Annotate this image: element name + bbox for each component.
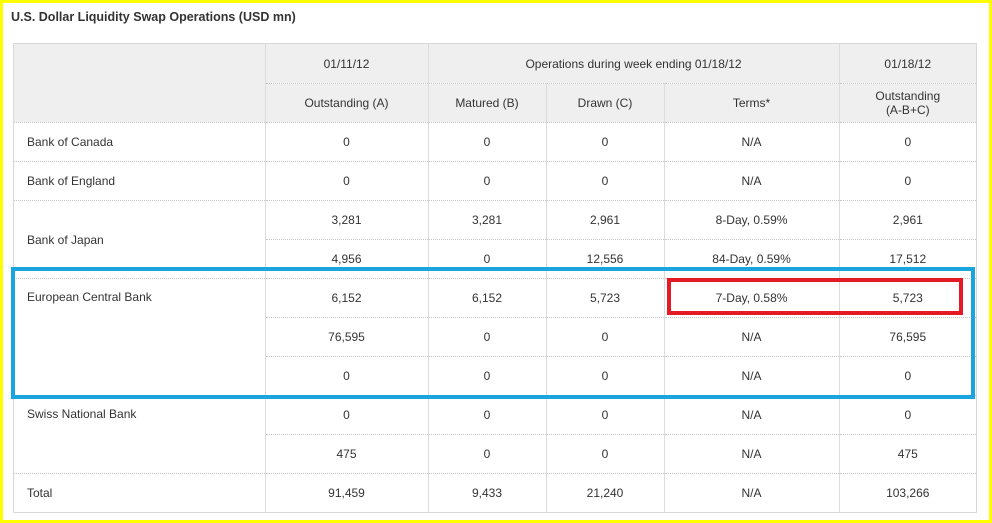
cell-outstanding-a: 475 (264, 434, 428, 474)
swap-table-panel: 01/11/12 Operations during week ending 0… (13, 43, 977, 513)
cell-outstanding-total: 475 (838, 434, 977, 474)
cell-matured-b: 0 (427, 122, 546, 162)
cell-outstanding-total: 5,723 (838, 278, 977, 318)
bank-name-canada: Bank of Canada (14, 122, 265, 162)
cell-drawn-c: 5,723 (545, 278, 664, 318)
cell-terms: N/A (663, 434, 840, 474)
cell-terms: N/A (663, 473, 840, 512)
cell-outstanding-total: 0 (838, 122, 977, 162)
cell-outstanding-total: 103,266 (838, 473, 977, 512)
cell-outstanding-a: 0 (264, 356, 428, 396)
total-label: Total (27, 486, 53, 500)
cell-terms: N/A (663, 161, 840, 201)
bank-name-japan: Bank of Japan (14, 200, 265, 279)
table-row: European Central Bank 6,152 6,152 5,723 … (14, 278, 977, 396)
cell-drawn-c: 0 (545, 317, 664, 357)
cell-outstanding-total: 0 (838, 356, 977, 396)
cell-outstanding-a: 91,459 (264, 473, 428, 512)
cell-outstanding-total: 76,595 (838, 317, 977, 357)
header-matured-b: Matured (B) (427, 83, 546, 123)
header-blank (14, 44, 265, 123)
cell-terms: N/A (663, 122, 840, 162)
bank-name-snb: Swiss National Bank (14, 395, 265, 474)
cell-terms: 8-Day, 0.59% (663, 200, 840, 240)
cell-matured-b: 0 (427, 434, 546, 474)
cell-outstanding-a: 6,152 (264, 278, 428, 318)
header-date-left: 01/11/12 (264, 44, 428, 84)
cell-matured-b: 0 (427, 317, 546, 357)
cell-drawn-c: 21,240 (545, 473, 664, 512)
cell-outstanding-total: 0 (838, 161, 977, 201)
cell-drawn-c: 0 (545, 161, 664, 201)
header-outstanding-line1: Outstanding (875, 89, 941, 103)
cell-matured-b: 3,281 (427, 200, 546, 240)
header-outstanding-total: Outstanding (A-B+C) (838, 83, 977, 123)
cell-drawn-c: 12,556 (545, 239, 664, 279)
header-outstanding-line2: (A-B+C) (885, 103, 930, 117)
table-title: U.S. Dollar Liquidity Swap Operations (U… (11, 10, 296, 24)
cell-matured-b: 0 (427, 395, 546, 435)
swap-operations-table: 01/11/12 Operations during week ending 0… (14, 44, 977, 512)
cell-outstanding-a: 0 (264, 122, 428, 162)
cell-terms: 7-Day, 0.58% (663, 278, 840, 318)
header-outstanding-a: Outstanding (A) (264, 83, 428, 123)
bank-name-england: Bank of England (14, 161, 265, 201)
cell-outstanding-total: 0 (838, 395, 977, 435)
cell-terms: N/A (663, 317, 840, 357)
header-terms: Terms* (663, 83, 840, 123)
cell-matured-b: 0 (427, 356, 546, 396)
header-drawn-c: Drawn (C) (545, 83, 664, 123)
cell-terms: N/A (663, 356, 840, 396)
cell-outstanding-a: 76,595 (264, 317, 428, 357)
cell-outstanding-a: 4,956 (264, 239, 428, 279)
cell-drawn-c: 0 (545, 434, 664, 474)
cell-matured-b: 9,433 (427, 473, 546, 512)
cell-matured-b: 0 (427, 161, 546, 201)
total-row: Total 91,459 9,433 21,240 N/A 103,266 (14, 473, 977, 512)
header-week-operations: Operations during week ending 01/18/12 (427, 44, 840, 84)
cell-drawn-c: 0 (545, 356, 664, 396)
cell-matured-b: 0 (427, 239, 546, 279)
cell-drawn-c: 2,961 (545, 200, 664, 240)
table-row: Swiss National Bank 0 0 0 N/A 0 (14, 395, 977, 474)
cell-matured-b: 6,152 (427, 278, 546, 318)
cell-terms: 84-Day, 0.59% (663, 239, 840, 279)
table-row: Bank of Japan 3,281 3,281 2,961 8-Day, 0… (14, 200, 977, 279)
cell-terms: N/A (663, 395, 840, 435)
header-date-right: 01/18/12 (838, 44, 977, 84)
cell-outstanding-total: 17,512 (838, 239, 977, 279)
cell-drawn-c: 0 (545, 122, 664, 162)
cell-outstanding-a: 3,281 (264, 200, 428, 240)
bank-name-ecb: European Central Bank (14, 278, 265, 396)
outer-frame: U.S. Dollar Liquidity Swap Operations (U… (0, 0, 992, 523)
cell-outstanding-a: 0 (264, 161, 428, 201)
cell-outstanding-a: 0 (264, 395, 428, 435)
cell-outstanding-total: 2,961 (838, 200, 977, 240)
cell-drawn-c: 0 (545, 395, 664, 435)
table-row: Bank of England 0 0 0 N/A 0 (14, 161, 977, 201)
table-row: Bank of Canada 0 0 0 N/A 0 (14, 122, 977, 162)
